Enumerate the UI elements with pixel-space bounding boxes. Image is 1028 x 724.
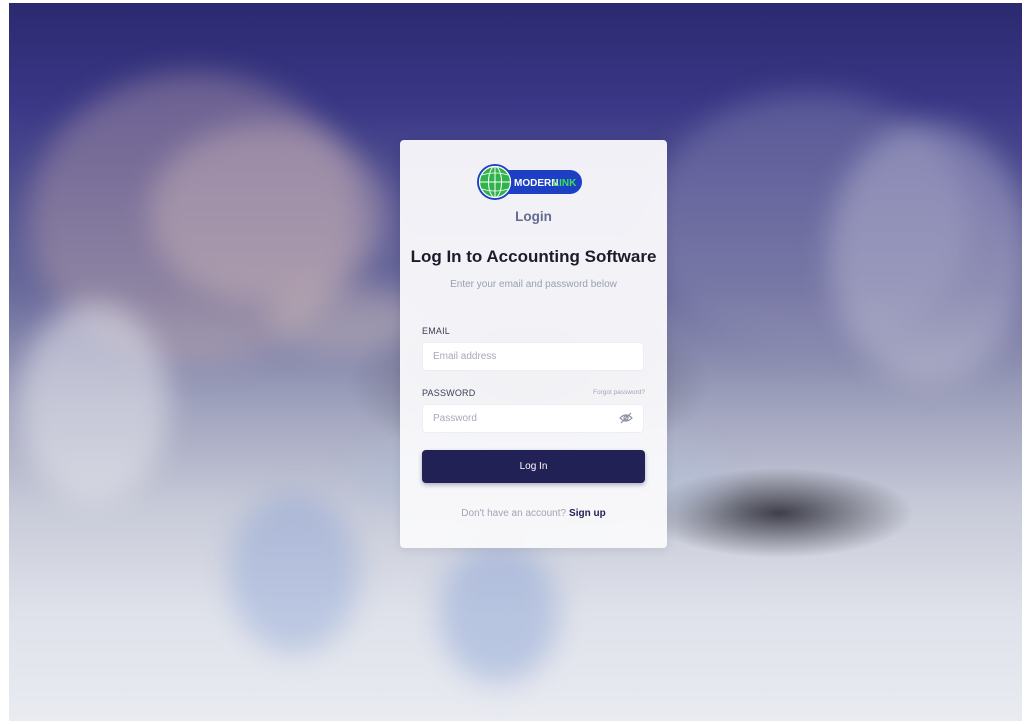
login-title: Login xyxy=(515,209,552,224)
page-heading: Log In to Accounting Software xyxy=(410,247,657,266)
login-button[interactable]: Log In xyxy=(422,450,645,483)
svg-text:MODERN: MODERN xyxy=(514,178,558,189)
signup-prompt: Don't have an account? xyxy=(461,508,567,519)
modern-link-logo: MODERN LINK xyxy=(477,164,582,200)
eye-off-icon[interactable] xyxy=(619,412,633,424)
password-input[interactable] xyxy=(422,404,644,433)
signup-row: Don't have an account? Sign up xyxy=(400,508,667,519)
email-input[interactable] xyxy=(422,342,644,371)
svg-text:LINK: LINK xyxy=(553,178,577,189)
signup-link[interactable]: Sign up xyxy=(569,508,606,519)
password-label: PASSWORD xyxy=(422,388,476,398)
forgot-password-link[interactable]: Forgot password? xyxy=(593,389,645,396)
page-subheading: Enter your email and password below xyxy=(450,279,617,290)
email-label: EMAIL xyxy=(422,326,451,336)
login-card: MODERN LINK Login Log In to Accounting S… xyxy=(400,140,667,548)
